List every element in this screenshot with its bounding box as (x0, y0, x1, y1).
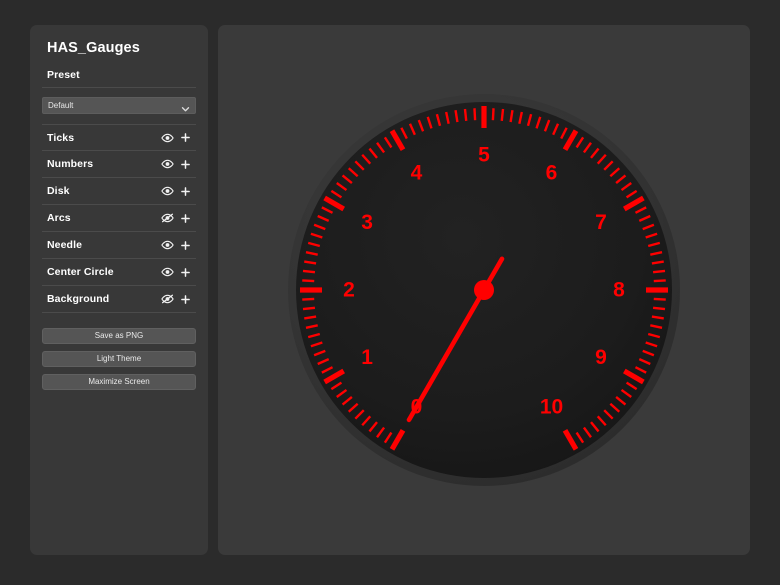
layer-name: Arcs (47, 212, 71, 224)
gauge-center-circle (474, 280, 494, 300)
layer-actions (161, 294, 196, 304)
maximize-screen-button[interactable]: Maximize Screen (42, 374, 196, 390)
gauge-number-label: 9 (595, 346, 607, 369)
layer-row-background[interactable]: Background (42, 286, 196, 313)
app-window: HAS_Gauges Preset Default Ticks Numbers Di… (0, 0, 780, 585)
layer-list: Ticks Numbers Disk Arcs Needle Center Circle B… (40, 124, 198, 313)
layer-row-disk[interactable]: Disk (42, 178, 196, 205)
layer-row-ticks[interactable]: Ticks (42, 124, 196, 151)
gauge-stage: 012345678910 (218, 25, 750, 555)
gauge-drawing: 012345678910 (288, 94, 680, 486)
layer-name: Needle (47, 239, 83, 251)
eye-slash-icon[interactable] (161, 294, 174, 304)
plus-icon[interactable] (181, 267, 190, 277)
preset-label: Preset (47, 69, 80, 81)
plus-icon[interactable] (181, 213, 190, 223)
layer-actions (161, 186, 196, 196)
preset-select-wrapper: Default (42, 95, 196, 114)
gauge-number-label: 5 (478, 144, 490, 167)
layer-actions (161, 267, 196, 277)
layer-row-needle[interactable]: Needle (42, 232, 196, 259)
plus-icon[interactable] (181, 240, 190, 250)
gauge-widget[interactable]: 012345678910 (218, 25, 750, 555)
gauge-number-label: 1 (361, 346, 373, 369)
plus-icon[interactable] (181, 294, 190, 304)
gauge-number-label: 3 (361, 211, 373, 234)
layer-name: Ticks (47, 131, 75, 144)
layer-name: Center Circle (47, 266, 114, 278)
gauge-number-label: 10 (540, 395, 563, 418)
layer-actions (161, 240, 196, 250)
gauge-number-label: 4 (411, 162, 423, 185)
layer-row-center-circle[interactable]: Center Circle (42, 259, 196, 286)
plus-icon[interactable] (181, 159, 190, 169)
sidebar-panel: HAS_Gauges Preset Default Ticks Numbers Di… (30, 25, 208, 555)
gauge-number-label: 8 (613, 279, 625, 302)
eye-icon[interactable] (161, 159, 174, 169)
eye-icon[interactable] (161, 186, 174, 196)
layer-name: Disk (47, 185, 70, 197)
eye-icon[interactable] (161, 267, 174, 277)
layer-row-numbers[interactable]: Numbers (42, 151, 196, 178)
layer-actions (161, 213, 196, 223)
layer-actions (161, 159, 196, 169)
plus-icon[interactable] (181, 133, 190, 142)
eye-slash-icon[interactable] (161, 213, 174, 223)
action-button-group: Save as PNG Light Theme Maximize Screen (40, 328, 198, 390)
plus-icon[interactable] (181, 186, 190, 196)
layer-actions (161, 133, 196, 143)
gauge-number-label: 6 (546, 162, 558, 185)
eye-icon[interactable] (161, 240, 174, 250)
gauge-number-label: 7 (595, 211, 607, 234)
eye-icon[interactable] (161, 133, 174, 143)
gauge-number-label: 2 (343, 279, 355, 302)
layer-row-arcs[interactable]: Arcs (42, 205, 196, 232)
light-theme-button[interactable]: Light Theme (42, 351, 196, 367)
layer-name: Background (47, 293, 110, 305)
preset-select[interactable]: Default (42, 97, 196, 114)
page-title: HAS_Gauges (47, 40, 140, 56)
preset-divider (42, 87, 196, 88)
layer-name: Numbers (47, 158, 94, 170)
save-as-png-button[interactable]: Save as PNG (42, 328, 196, 344)
